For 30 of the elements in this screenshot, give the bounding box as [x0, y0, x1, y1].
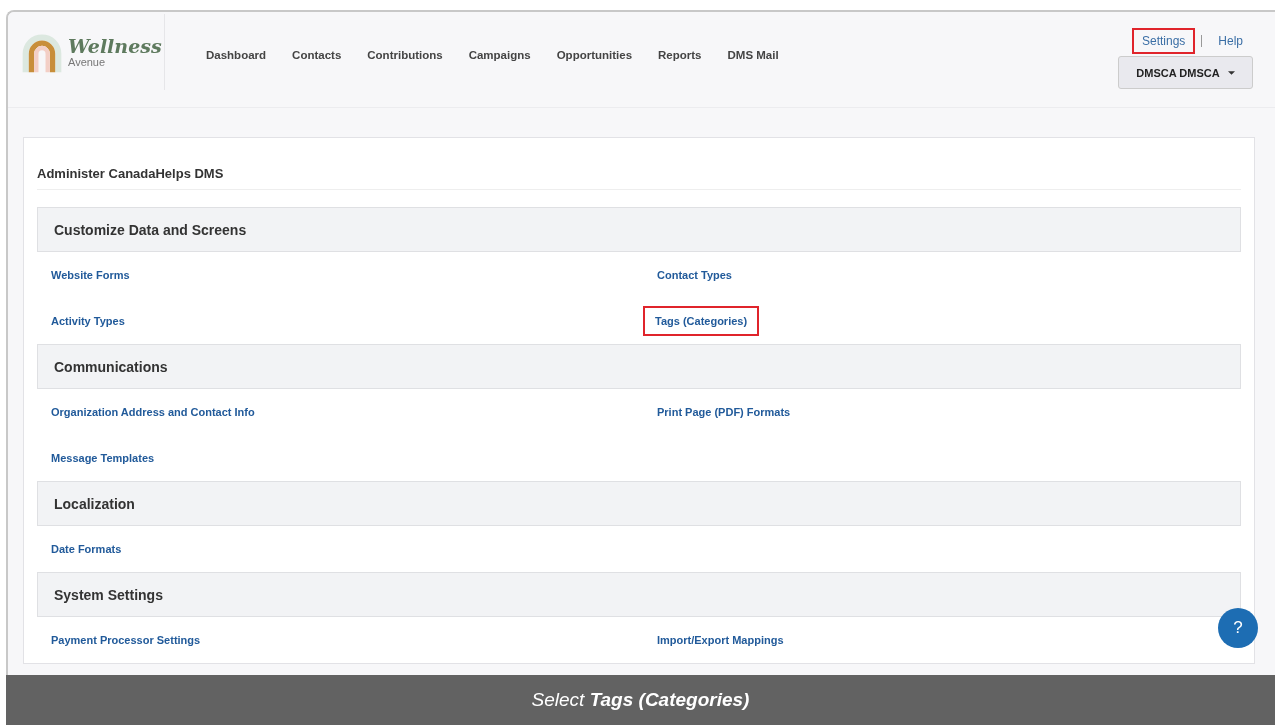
- admin-link[interactable]: Activity Types: [47, 306, 129, 336]
- rainbow-logo-icon: [20, 31, 64, 73]
- nav-link[interactable]: Campaigns: [455, 49, 544, 61]
- admin-link[interactable]: Print Page (PDF) Formats: [653, 397, 795, 427]
- logo-subtitle: Avenue: [68, 56, 107, 68]
- page-title: Administer CanadaHelps DMS: [37, 166, 1241, 190]
- section-header: Customize Data and Screens: [37, 207, 1241, 252]
- nav-link[interactable]: Reports: [645, 49, 715, 61]
- section-header: Localization: [37, 481, 1241, 526]
- admin-link[interactable]: Date Formats: [47, 534, 126, 564]
- top-link[interactable]: Help: [1208, 28, 1253, 54]
- section-header: Communications: [37, 344, 1241, 389]
- admin-link[interactable]: Contact Types: [653, 260, 736, 290]
- logo-title: Wellness: [68, 36, 162, 56]
- nav-link[interactable]: Contacts: [279, 49, 355, 61]
- nav-link[interactable]: Dashboard: [193, 49, 280, 61]
- top-link[interactable]: Settings: [1131, 28, 1196, 54]
- nav-link[interactable]: Contributions: [354, 49, 456, 61]
- admin-link[interactable]: Organization Address and Contact Info: [47, 397, 259, 427]
- admin-link[interactable]: Payment Processor Settings: [47, 625, 205, 655]
- user-menu-button[interactable]: DMSCA DMSCA: [1118, 56, 1253, 89]
- caption-text: Select Tags (Categories): [531, 689, 750, 711]
- admin-link[interactable]: Website Forms: [47, 260, 134, 290]
- nav-link[interactable]: Opportunities: [543, 49, 646, 61]
- admin-link[interactable]: Tags (Categories): [643, 306, 760, 336]
- admin-link[interactable]: Message Templates: [47, 443, 159, 473]
- admin-link[interactable]: Import/Export Mappings: [653, 625, 788, 655]
- nav-link[interactable]: DMS Mail: [714, 49, 792, 61]
- section-header: System Settings: [37, 572, 1241, 617]
- caret-icon: [1227, 70, 1235, 75]
